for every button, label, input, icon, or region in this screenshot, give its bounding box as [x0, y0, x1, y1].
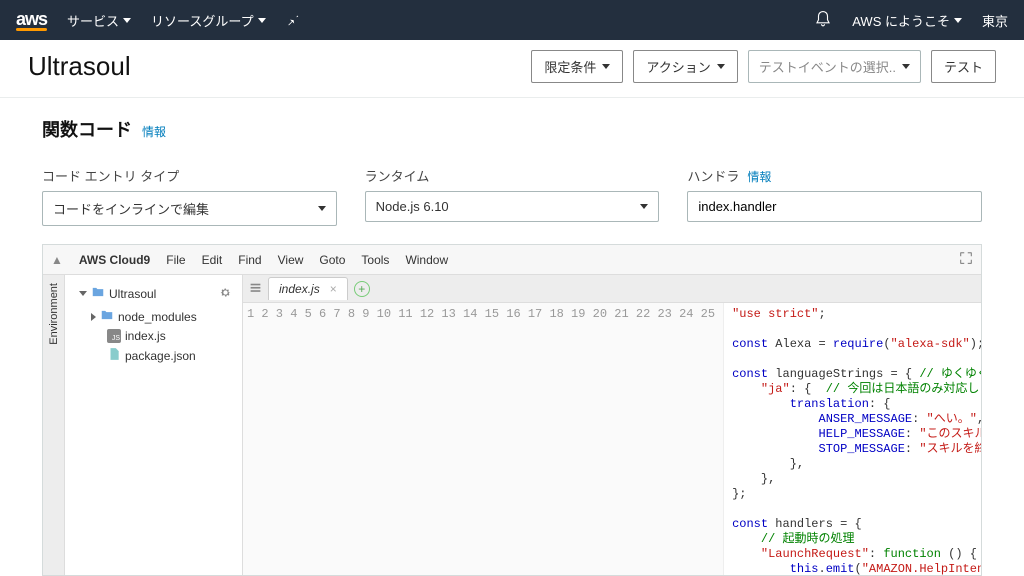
menu-find[interactable]: Find: [238, 253, 261, 267]
side-tab-environment[interactable]: Environment: [43, 275, 65, 575]
tab-index[interactable]: index.js ×: [268, 277, 348, 300]
nav-account-label: AWS にようこそ: [852, 11, 950, 30]
chevron-down-icon: [640, 204, 648, 209]
entry-type-value: コードをインラインで編集: [53, 199, 209, 218]
tree-root-label: Ultrasoul: [109, 287, 156, 301]
section-title: 関数コード: [42, 116, 132, 142]
handler-input[interactable]: [687, 191, 982, 222]
nav-resource-groups-label: リソースグループ: [151, 11, 254, 30]
qualifier-button[interactable]: 限定条件: [531, 50, 623, 83]
chevron-down-icon: [79, 291, 87, 296]
tree-root[interactable]: Ultrasoul: [75, 283, 160, 304]
chevron-down-icon: [954, 18, 962, 23]
chevron-down-icon: [123, 18, 131, 23]
menu-goto[interactable]: Goto: [319, 253, 345, 267]
fullscreen-icon[interactable]: [959, 251, 973, 268]
tree-file-index[interactable]: JS index.js: [69, 327, 238, 345]
line-gutter: 1 2 3 4 5 6 7 8 9 10 11 12 13 14 15 16 1…: [243, 303, 724, 575]
close-icon[interactable]: ×: [330, 282, 337, 296]
action-button[interactable]: アクション: [633, 50, 737, 83]
page-title: Ultrasoul: [28, 51, 131, 82]
side-tab-label: Environment: [48, 283, 60, 345]
handler-label: ハンドラ: [687, 166, 739, 185]
section-header: 関数コード 情報: [42, 116, 982, 142]
chevron-right-icon: [91, 313, 96, 321]
runtime-value: Node.js 6.10: [376, 199, 449, 214]
chevron-down-icon: [902, 64, 910, 69]
tree-file-label: package.json: [125, 349, 196, 363]
tree-folder-node-modules[interactable]: node_modules: [69, 306, 238, 327]
form-row: コード エントリ タイプ コードをインラインで編集 ランタイム Node.js …: [42, 166, 982, 226]
folder-icon: [91, 285, 105, 302]
content: 関数コード 情報 コード エントリ タイプ コードをインラインで編集 ランタイム…: [0, 98, 1024, 576]
add-tab-button[interactable]: +: [354, 281, 370, 297]
menu-file[interactable]: File: [166, 253, 185, 267]
tree-file-package[interactable]: package.json: [69, 345, 238, 366]
menubar: ▲ AWS Cloud9 File Edit Find View Goto To…: [43, 245, 981, 275]
chevron-down-icon: [318, 206, 326, 211]
tree-file-label: index.js: [125, 329, 166, 343]
runtime-label: ランタイム: [365, 166, 660, 185]
folder-icon: [100, 308, 114, 325]
nav-region-label: 東京: [982, 11, 1008, 30]
aws-logo-text: aws: [16, 9, 47, 29]
menu-edit[interactable]: Edit: [202, 253, 223, 267]
menu-tools[interactable]: Tools: [361, 253, 389, 267]
page-header: Ultrasoul 限定条件 アクション テストイベントの選択.. テスト: [0, 40, 1024, 98]
nav-services-label: サービス: [67, 11, 119, 30]
test-event-placeholder: テストイベントの選択..: [759, 57, 896, 76]
code-area[interactable]: 1 2 3 4 5 6 7 8 9 10 11 12 13 14 15 16 1…: [243, 303, 981, 575]
menu-window[interactable]: Window: [405, 253, 448, 267]
gear-icon[interactable]: [219, 286, 232, 302]
tab-list-icon[interactable]: [249, 281, 262, 297]
tree-header: Ultrasoul: [69, 281, 238, 306]
top-nav: aws サービス リソースグループ AWS にようこそ 東京: [0, 0, 1024, 40]
test-button[interactable]: テスト: [931, 50, 996, 83]
nav-region[interactable]: 東京: [982, 11, 1008, 30]
chevron-down-icon: [258, 18, 266, 23]
menu-view[interactable]: View: [278, 253, 304, 267]
pin-icon[interactable]: [286, 12, 300, 29]
ide-body: Environment Ultrasoul node_modu: [43, 275, 981, 575]
tab-label: index.js: [279, 282, 320, 296]
header-actions: 限定条件 アクション テストイベントの選択.. テスト: [531, 50, 996, 83]
chevron-down-icon: [602, 64, 610, 69]
tabbar: index.js × +: [243, 275, 981, 303]
qualifier-label: 限定条件: [544, 57, 596, 76]
handler-info-link[interactable]: 情報: [747, 168, 771, 185]
test-button-label: テスト: [944, 57, 983, 76]
chevron-down-icon: [717, 64, 725, 69]
bell-icon[interactable]: [814, 10, 832, 31]
ide-title: AWS Cloud9: [79, 253, 150, 267]
action-label: アクション: [646, 57, 710, 76]
editor-frame: ▲ AWS Cloud9 File Edit Find View Goto To…: [42, 244, 982, 576]
runtime-select[interactable]: Node.js 6.10: [365, 191, 660, 222]
js-file-icon: JS: [107, 329, 121, 343]
entry-type-label: コード エントリ タイプ: [42, 166, 337, 185]
test-event-select[interactable]: テストイベントの選択..: [748, 50, 921, 83]
tree-folder-label: node_modules: [118, 310, 197, 324]
file-icon: [107, 347, 121, 364]
handler-field: ハンドラ 情報: [687, 166, 982, 226]
info-link[interactable]: 情報: [142, 123, 166, 140]
aws-logo[interactable]: aws: [16, 9, 47, 31]
code-content[interactable]: "use strict"; const Alexa = require("ale…: [724, 303, 981, 575]
nav-account[interactable]: AWS にようこそ: [852, 11, 962, 30]
runtime-field: ランタイム Node.js 6.10: [365, 166, 660, 226]
editor-column: index.js × + 1 2 3 4 5 6 7 8 9 10 11 12 …: [243, 275, 981, 575]
entry-type-field: コード エントリ タイプ コードをインラインで編集: [42, 166, 337, 226]
collapse-icon[interactable]: ▲: [51, 253, 63, 267]
entry-type-select[interactable]: コードをインラインで編集: [42, 191, 337, 226]
file-tree: Ultrasoul node_modules JS index.js: [65, 275, 243, 575]
nav-services[interactable]: サービス: [67, 11, 131, 30]
nav-resource-groups[interactable]: リソースグループ: [151, 11, 266, 30]
